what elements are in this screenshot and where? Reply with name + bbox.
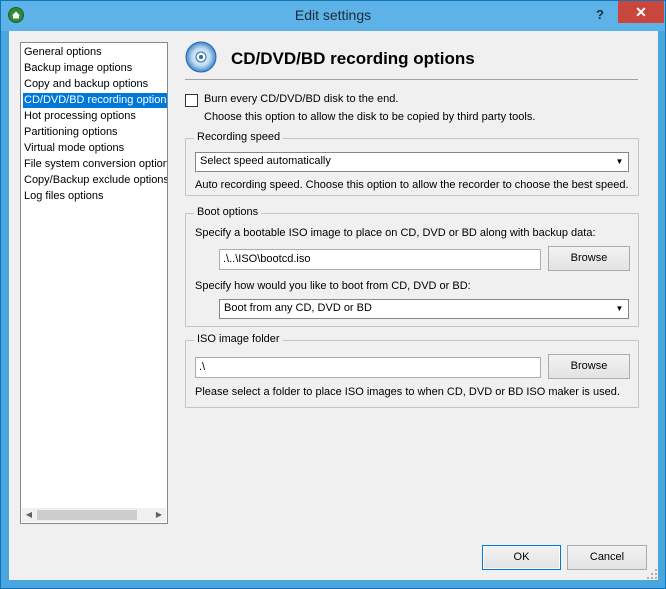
scroll-right-icon[interactable]: ▶ — [152, 508, 166, 522]
nav-item-virtual-mode[interactable]: Virtual mode options — [23, 141, 124, 156]
iso-folder-browse-button[interactable]: Browse — [548, 354, 630, 379]
title-bar[interactable]: Edit settings ? ✕ — [1, 1, 665, 31]
scroll-left-icon[interactable]: ◀ — [22, 508, 36, 522]
help-button[interactable]: ? — [591, 6, 609, 24]
boot-mode-value: Boot from any CD, DVD or BD — [224, 302, 372, 314]
horizontal-scrollbar[interactable]: ◀ ▶ — [22, 508, 166, 522]
scroll-thumb[interactable] — [37, 510, 137, 520]
burn-to-end-hint: Choose this option to allow the disk to … — [204, 111, 536, 123]
nav-item-hot-processing[interactable]: Hot processing options — [23, 109, 136, 124]
cancel-button[interactable]: Cancel — [567, 545, 647, 570]
resize-grip-icon[interactable] — [646, 568, 658, 580]
nav-item-exclude[interactable]: Copy/Backup exclude options — [23, 173, 167, 188]
boot-mode-select[interactable]: Boot from any CD, DVD or BD ▼ — [219, 299, 629, 319]
chevron-down-icon[interactable]: ▼ — [612, 301, 627, 317]
recording-speed-select[interactable]: Select speed automatically ▼ — [195, 152, 629, 172]
iso-image-folder-group: ISO image folder .\ Browse Please select… — [185, 333, 639, 408]
title-divider — [185, 79, 638, 80]
iso-folder-input[interactable]: .\ — [195, 357, 541, 378]
nav-item-log-files[interactable]: Log files options — [23, 189, 104, 204]
ok-button[interactable]: OK — [482, 545, 561, 570]
nav-item-partitioning[interactable]: Partitioning options — [23, 125, 118, 140]
recording-speed-value: Select speed automatically — [200, 155, 331, 167]
boot-options-group: Boot options Specify a bootable ISO imag… — [185, 206, 639, 327]
boot-iso-path-input[interactable]: .\..\ISO\bootcd.iso — [219, 249, 541, 270]
dialog-client: General options Backup image options Cop… — [9, 31, 658, 580]
nav-item-fs-conversion[interactable]: File system conversion options — [23, 157, 167, 172]
window-title: Edit settings — [294, 7, 372, 23]
recording-speed-legend: Recording speed — [194, 131, 284, 143]
chevron-down-icon[interactable]: ▼ — [612, 154, 627, 170]
nav-item-backup-image[interactable]: Backup image options — [23, 61, 132, 76]
nav-item-cd-dvd-bd-recording[interactable]: CD/DVD/BD recording options — [23, 93, 167, 108]
nav-item-copy-backup[interactable]: Copy and backup options — [23, 77, 148, 92]
iso-folder-hint: Please select a folder to place ISO imag… — [195, 386, 620, 398]
close-button[interactable]: ✕ — [618, 1, 664, 23]
recording-speed-group: Recording speed Select speed automatical… — [185, 131, 639, 196]
iso-folder-value: .\ — [199, 361, 206, 373]
iso-image-prompt: Specify a bootable ISO image to place on… — [195, 227, 596, 239]
settings-category-list[interactable]: General options Backup image options Cop… — [20, 42, 168, 524]
recording-speed-hint: Auto recording speed. Choose this option… — [195, 179, 629, 191]
boot-mode-prompt: Specify how would you like to boot from … — [195, 280, 471, 292]
boot-iso-path-value: .\..\ISO\bootcd.iso — [223, 253, 311, 265]
nav-item-general[interactable]: General options — [23, 45, 102, 60]
boot-iso-browse-button[interactable]: Browse — [548, 246, 630, 271]
burn-to-end-checkbox[interactable] — [185, 94, 198, 107]
panel-title: CD/DVD/BD recording options — [231, 49, 475, 68]
burn-to-end-label[interactable]: Burn every CD/DVD/BD disk to the end. — [204, 93, 398, 105]
iso-folder-legend: ISO image folder — [194, 333, 283, 345]
edit-settings-window: Edit settings ? ✕ General options Backup… — [0, 0, 666, 589]
boot-options-legend: Boot options — [194, 206, 262, 218]
disc-icon — [185, 41, 217, 73]
